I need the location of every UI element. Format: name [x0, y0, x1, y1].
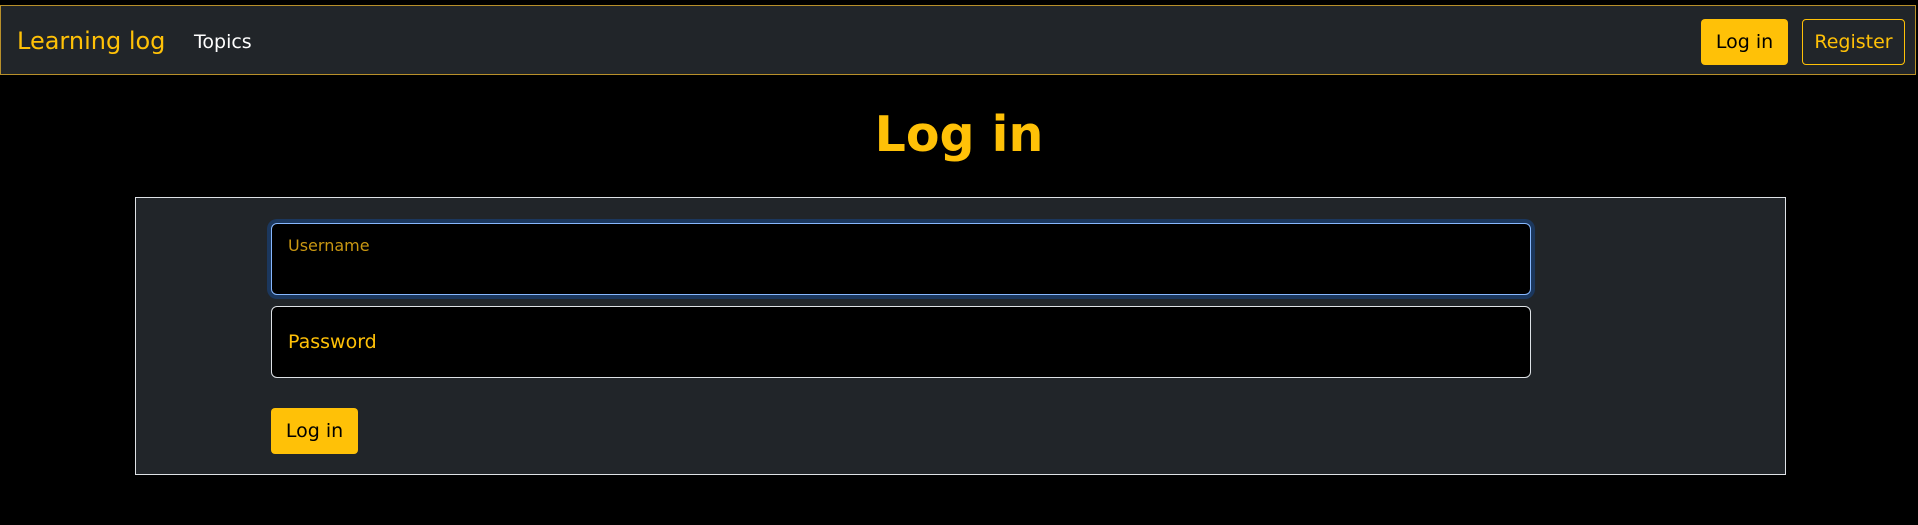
nav-link-topics[interactable]: Topics: [194, 33, 252, 52]
navbar: Learning log Topics Log in Register: [0, 5, 1916, 75]
login-submit-button[interactable]: Log in: [271, 408, 358, 454]
login-form: Username Password Log in: [135, 197, 1786, 475]
page-title: Log in: [874, 106, 1044, 163]
brand-link[interactable]: Learning log: [17, 29, 165, 53]
nav-register-button[interactable]: Register: [1802, 19, 1905, 65]
nav-login-button[interactable]: Log in: [1701, 19, 1788, 65]
password-label: Password: [288, 331, 377, 353]
password-field[interactable]: Password: [271, 306, 1531, 378]
username-field[interactable]: Username: [271, 223, 1531, 295]
username-label: Username: [288, 236, 370, 255]
username-input[interactable]: [288, 262, 1508, 288]
